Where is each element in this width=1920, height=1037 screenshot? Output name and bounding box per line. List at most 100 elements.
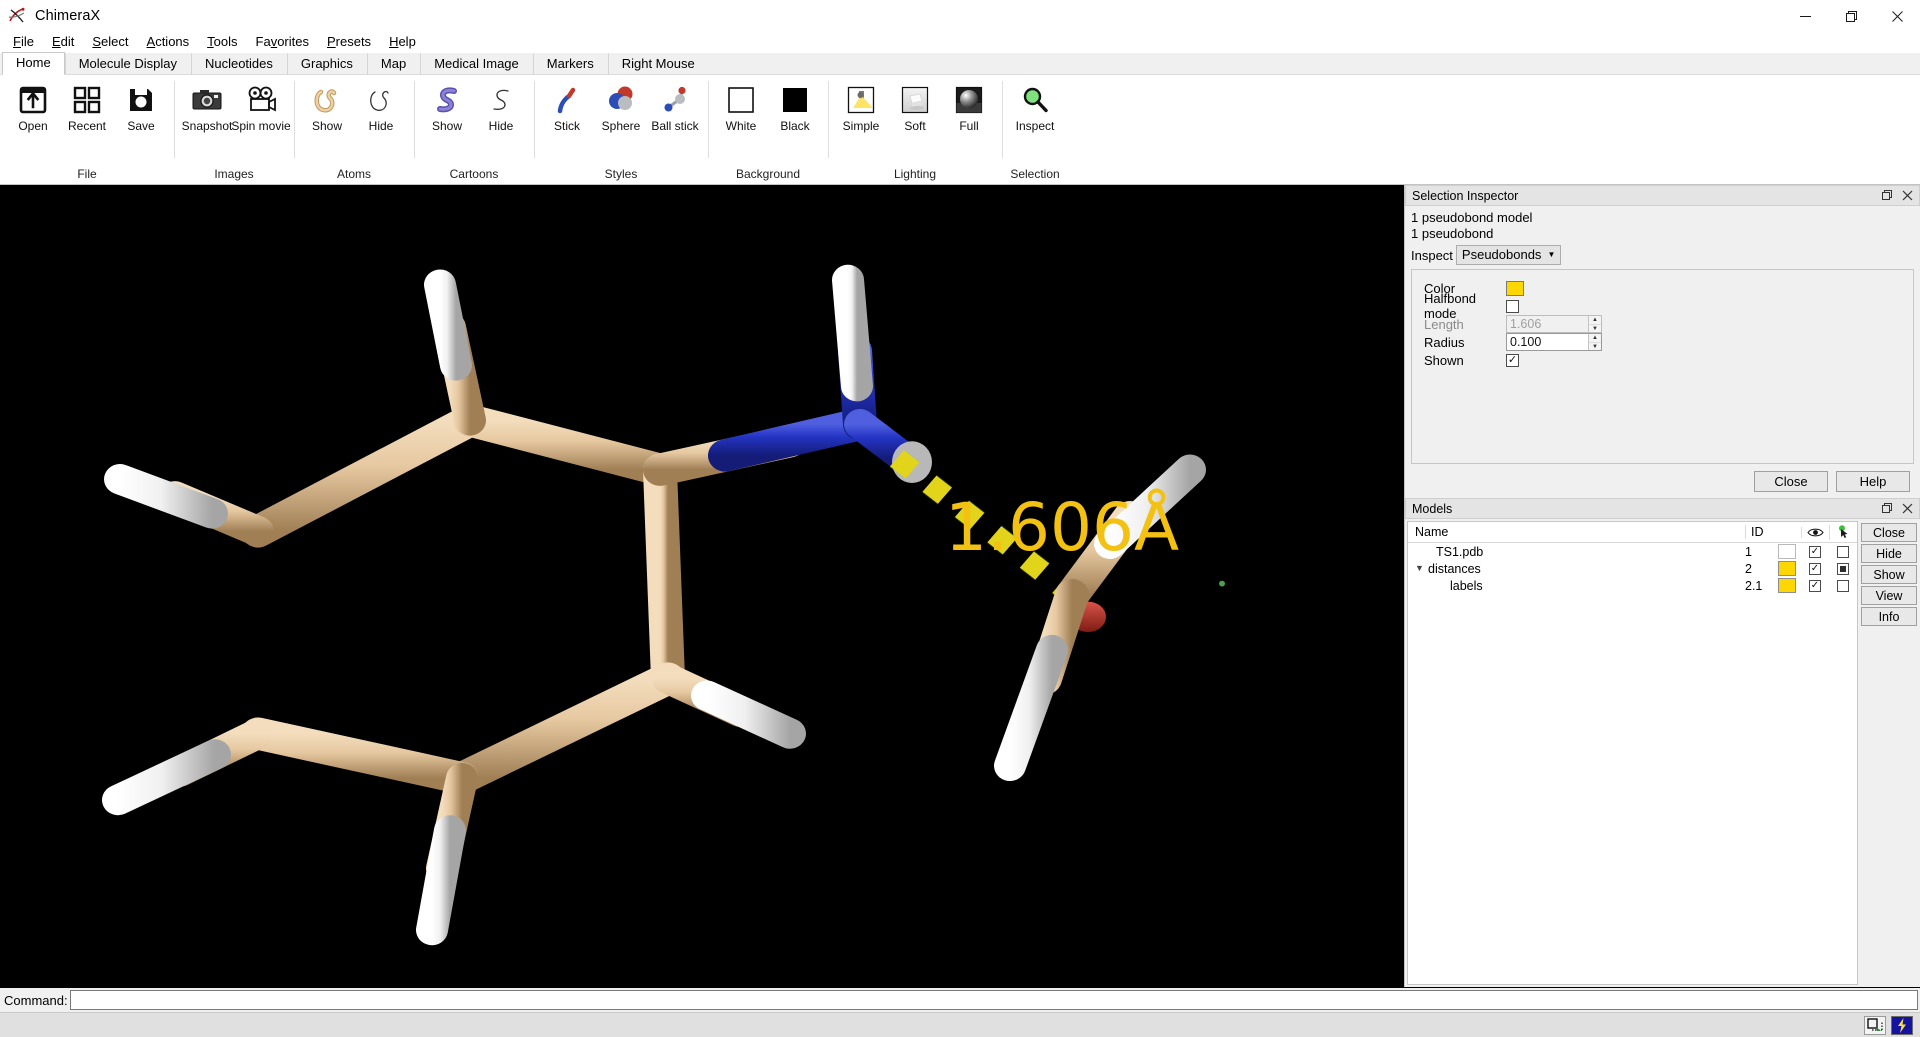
model-select-checkbox-ts1[interactable] xyxy=(1837,545,1849,558)
model-color-cell xyxy=(1773,544,1801,559)
ribbon-group-background-label: Background xyxy=(735,167,801,181)
models-tree[interactable]: Name ID TS1.pdb 1 ✓ ▼ distances 2 ✓ labe… xyxy=(1407,521,1858,985)
menu-select[interactable]: Select xyxy=(83,32,137,52)
atoms-show-button[interactable]: Show xyxy=(300,79,354,133)
open-button[interactable]: Open xyxy=(6,79,60,133)
ribbon-group-file-label: File xyxy=(77,167,97,181)
hydrogen-fragment-lower xyxy=(994,634,1068,782)
tab-map[interactable]: Map xyxy=(366,53,420,75)
spin-movie-button[interactable]: Spin movie xyxy=(231,79,291,133)
minimize-button[interactable] xyxy=(1782,0,1828,32)
recent-button[interactable]: Recent xyxy=(60,79,114,133)
inspect-type-dropdown[interactable]: Pseudobonds ▼ xyxy=(1455,245,1562,265)
model-name-ts1: TS1.pdb xyxy=(1436,544,1484,559)
inspector-help-button[interactable]: Help xyxy=(1836,470,1910,492)
recent-button-label: Recent xyxy=(67,119,107,133)
inspect-button[interactable]: Inspect xyxy=(1008,79,1062,133)
spin-up-icon: ▲ xyxy=(1592,317,1598,323)
close-window-button[interactable] xyxy=(1874,0,1920,32)
model-shown-checkbox-labels[interactable] xyxy=(1809,579,1821,592)
models-show-button[interactable]: Show xyxy=(1861,565,1917,584)
models-info-button[interactable]: Info xyxy=(1861,607,1917,626)
atoms-hide-button[interactable]: Hide xyxy=(354,79,408,133)
model-color-swatch-ts1[interactable] xyxy=(1778,544,1796,559)
save-button-label: Save xyxy=(127,119,155,133)
tab-nucleotides[interactable]: Nucleotides xyxy=(190,53,287,75)
model-color-swatch-labels[interactable] xyxy=(1778,578,1796,593)
save-button[interactable]: Save xyxy=(114,79,168,133)
tab-home[interactable]: Home xyxy=(2,52,65,75)
movie-camera-icon xyxy=(243,82,279,118)
shown-checkbox[interactable] xyxy=(1506,353,1519,367)
stick-style-button[interactable]: Stick xyxy=(540,79,594,133)
radius-spin-arrows[interactable]: ▲ ▼ xyxy=(1588,334,1601,350)
tab-graphics[interactable]: Graphics xyxy=(286,53,367,75)
inspector-close-button[interactable]: Close xyxy=(1754,470,1828,492)
ballstick-style-button[interactable]: Ball stick xyxy=(648,79,702,133)
molecular-viewport[interactable]: 1.606Å xyxy=(0,185,1404,987)
ribbon-tab-strip: Home Molecule Display Nucleotides Graphi… xyxy=(0,52,1920,75)
table-row[interactable]: ▼ distances 2 xyxy=(1408,560,1857,577)
ribbon-group-lighting-label: Lighting xyxy=(893,167,937,181)
model-name-cell: labels xyxy=(1408,579,1745,593)
model-shown-checkbox-ts1[interactable] xyxy=(1809,545,1821,558)
color-swatch-button[interactable] xyxy=(1506,280,1524,296)
radius-spinbox[interactable]: 0.100 ▲ ▼ xyxy=(1506,333,1602,351)
table-row[interactable]: labels 2.1 xyxy=(1408,577,1857,594)
background-black-button[interactable]: Black xyxy=(768,79,822,133)
ribbon-group-file: Open Recent Save File xyxy=(0,75,174,184)
model-color-swatch-distances[interactable] xyxy=(1778,561,1796,576)
halfbond-mode-checkbox[interactable] xyxy=(1506,299,1519,313)
open-button-label: Open xyxy=(18,119,48,133)
field-halfbond: Halfbond mode xyxy=(1424,291,1913,321)
hydrogen-lower-right xyxy=(691,680,806,749)
model-select-checkbox-labels[interactable] xyxy=(1837,579,1849,592)
menu-presets[interactable]: Presets xyxy=(318,32,380,52)
ribbon-group-styles-label: Styles xyxy=(604,167,638,181)
selection-inspector-float-icon[interactable] xyxy=(1877,186,1897,205)
tab-medical-image[interactable]: Medical Image xyxy=(420,53,533,75)
models-view-button[interactable]: View xyxy=(1861,586,1917,605)
lighting-soft-button[interactable]: Soft xyxy=(888,79,942,133)
selection-marker-dot xyxy=(1219,580,1225,587)
lighting-soft-label: Soft xyxy=(904,119,926,133)
table-row[interactable]: TS1.pdb 1 xyxy=(1408,543,1857,560)
menu-tools[interactable]: Tools xyxy=(198,32,246,52)
lighting-simple-button[interactable]: Simple xyxy=(834,79,888,133)
sphere-style-button[interactable]: Sphere xyxy=(594,79,648,133)
maximize-button[interactable] xyxy=(1828,0,1874,32)
models-panel-buttons: Close Hide Show View Info xyxy=(1858,519,1920,987)
tab-right-mouse[interactable]: Right Mouse xyxy=(607,53,709,75)
menu-help[interactable]: Help xyxy=(380,32,425,52)
lighting-full-button[interactable]: Full xyxy=(942,79,996,133)
spin-down-icon[interactable]: ▼ xyxy=(1589,342,1601,350)
command-input[interactable] xyxy=(69,990,1918,1010)
models-hide-button[interactable]: Hide xyxy=(1861,544,1917,563)
background-white-button[interactable]: White xyxy=(714,79,768,133)
menu-edit[interactable]: Edit xyxy=(43,32,83,52)
models-panel-float-icon[interactable] xyxy=(1877,499,1897,518)
menu-actions[interactable]: Actions xyxy=(138,32,199,52)
tab-markers[interactable]: Markers xyxy=(532,53,608,75)
radius-value[interactable]: 0.100 xyxy=(1507,334,1588,350)
model-shown-checkbox-distances[interactable] xyxy=(1809,562,1821,575)
tab-molecule-display[interactable]: Molecule Display xyxy=(64,53,191,75)
models-tree-header: Name ID xyxy=(1408,522,1857,543)
chevron-down-icon[interactable]: ▼ xyxy=(1414,564,1425,573)
spin-up-icon[interactable]: ▲ xyxy=(1589,334,1601,342)
model-name-labels: labels xyxy=(1450,578,1483,593)
ribbon-group-background: White Black Background xyxy=(708,75,828,184)
select-region-icon[interactable] xyxy=(1864,1015,1886,1035)
menu-file[interactable]: File xyxy=(4,32,43,52)
cartoon-show-button[interactable]: Show xyxy=(420,79,474,133)
menu-favorites[interactable]: Favorites xyxy=(247,32,318,52)
lightning-icon[interactable] xyxy=(1891,1015,1913,1035)
models-panel-close-icon[interactable] xyxy=(1897,499,1917,518)
cartoon-hide-button[interactable]: Hide xyxy=(474,79,528,133)
white-square-icon xyxy=(723,82,759,118)
model-select-checkbox-distances[interactable] xyxy=(1837,562,1849,575)
model-select-cell xyxy=(1829,545,1857,558)
selection-inspector-close-icon[interactable] xyxy=(1897,186,1917,205)
models-close-button[interactable]: Close xyxy=(1861,523,1917,542)
snapshot-button[interactable]: Snapshot xyxy=(180,79,234,133)
